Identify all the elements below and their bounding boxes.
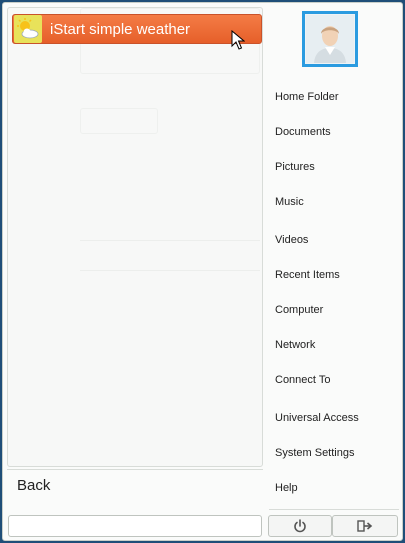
place-help[interactable]: Help	[275, 482, 298, 494]
background-ghost	[80, 270, 260, 271]
divider	[269, 509, 399, 510]
mouse-cursor-icon	[231, 30, 245, 50]
user-avatar-icon[interactable]	[302, 11, 358, 67]
favorite-item-label: iStart simple weather	[50, 20, 191, 38]
favorites-pane: iStart simple weather	[7, 7, 263, 467]
favorite-item-istart-weather[interactable]: iStart simple weather	[12, 14, 262, 44]
place-network[interactable]: Network	[275, 339, 315, 351]
search-input[interactable]	[8, 515, 262, 537]
logout-icon	[357, 520, 373, 532]
place-system-settings[interactable]: System Settings	[275, 447, 354, 459]
start-menu: iStart simple weather Back Home Folder D…	[2, 2, 403, 541]
logout-button[interactable]	[332, 515, 398, 537]
place-music[interactable]: Music	[275, 196, 304, 208]
place-universal-access[interactable]: Universal Access	[275, 412, 359, 424]
place-videos[interactable]: Videos	[275, 234, 308, 246]
place-recent-items[interactable]: Recent Items	[275, 269, 340, 281]
shutdown-button[interactable]	[268, 515, 332, 537]
power-icon	[294, 519, 306, 533]
place-documents[interactable]: Documents	[275, 126, 331, 138]
background-ghost	[80, 108, 158, 134]
background-ghost	[80, 240, 260, 241]
divider	[7, 469, 263, 470]
back-button[interactable]: Back	[17, 477, 50, 494]
place-connect-to[interactable]: Connect To	[275, 374, 330, 386]
place-pictures[interactable]: Pictures	[275, 161, 315, 173]
weather-sun-cloud-icon	[14, 15, 42, 43]
place-computer[interactable]: Computer	[275, 304, 323, 316]
place-home-folder[interactable]: Home Folder	[275, 91, 339, 103]
